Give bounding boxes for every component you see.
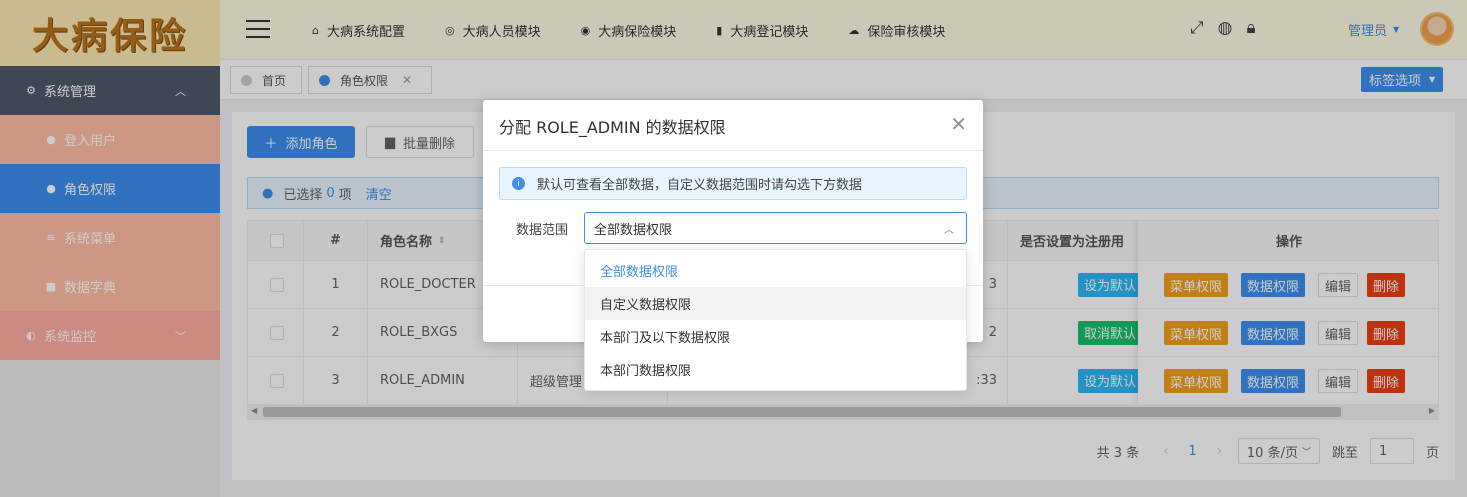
dialog-title: 分配 ROLE_ADMIN 的数据权限 <box>499 118 726 137</box>
scope-select[interactable]: 全部数据权限 ︿ <box>584 212 967 244</box>
dropdown-option-dept-below[interactable]: 本部门及以下数据权限 <box>585 320 966 353</box>
scope-select-value: 全部数据权限 <box>594 222 673 238</box>
info-alert: i 默认可查看全部数据，自定义数据范围时请勾选下方数据 <box>499 167 967 200</box>
dropdown-option-all[interactable]: 全部数据权限 <box>585 254 966 287</box>
scope-dropdown: 全部数据权限 自定义数据权限 本部门及以下数据权限 本部门数据权限 <box>584 249 967 391</box>
close-icon[interactable]: ✕ <box>950 112 967 136</box>
scope-label: 数据范围 <box>516 223 569 238</box>
chevron-up-icon: ︿ <box>944 225 954 236</box>
divider <box>483 150 983 151</box>
dropdown-option-custom[interactable]: 自定义数据权限 <box>585 287 966 320</box>
alert-text: 默认可查看全部数据，自定义数据范围时请勾选下方数据 <box>537 178 863 193</box>
dropdown-option-dept[interactable]: 本部门数据权限 <box>585 353 966 386</box>
info-icon: i <box>512 177 525 190</box>
